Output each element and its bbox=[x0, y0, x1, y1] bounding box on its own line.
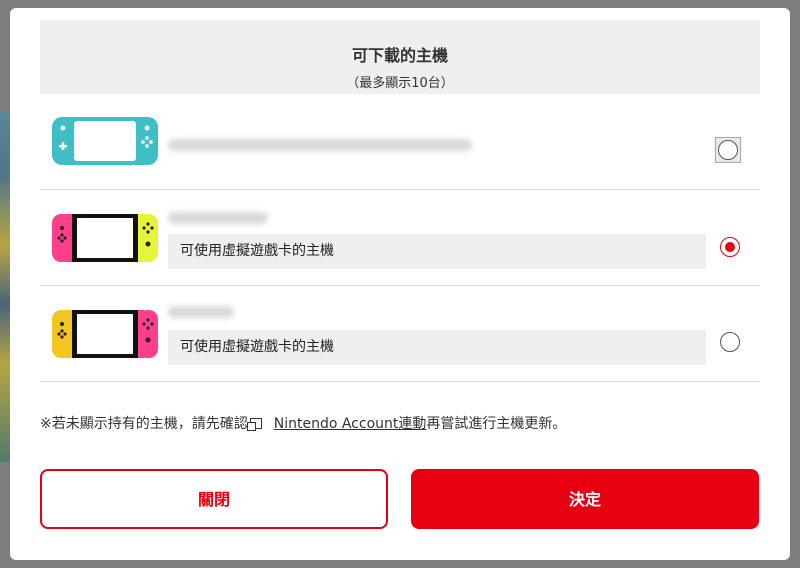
console-row[interactable]: 可使用虛擬遊戲卡的主機 bbox=[40, 190, 760, 286]
nintendo-account-link[interactable]: Nintendo Account連動 bbox=[274, 416, 427, 432]
console-radio[interactable] bbox=[720, 332, 740, 352]
switch-neon-pink-yellow-icon bbox=[52, 214, 158, 262]
console-row[interactable]: 可使用虛擬遊戲卡的主機 bbox=[40, 286, 760, 382]
console-radio-selected[interactable] bbox=[720, 237, 740, 257]
device-name-redacted bbox=[168, 139, 472, 151]
close-button[interactable]: 關閉 bbox=[40, 469, 388, 529]
background-page bbox=[0, 112, 10, 462]
account-link-note: ※若未顯示持有的主機，請先確認 Nintendo Account連動再嘗試進行主機… bbox=[40, 414, 760, 434]
dialog-title: 可下載的主機 bbox=[351, 46, 448, 65]
note-prefix: ※若未顯示持有的主機，請先確認 bbox=[40, 416, 248, 432]
console-select-dialog: 可下載的主機 （最多顯示10台） 可使用虛擬遊戲卡的主機 可使用虛擬遊戲卡的主機… bbox=[10, 8, 790, 560]
switch-lite-turquoise-icon bbox=[52, 117, 158, 165]
note-suffix: 再嘗試進行主機更新。 bbox=[426, 416, 567, 432]
device-name-redacted bbox=[168, 212, 268, 224]
console-row[interactable] bbox=[40, 94, 760, 190]
switch-neon-yellow-pink-icon bbox=[52, 310, 158, 358]
dialog-subtitle: （最多顯示10台） bbox=[346, 76, 454, 91]
virtual-card-tag: 可使用虛擬遊戲卡的主機 bbox=[168, 234, 706, 269]
console-radio[interactable] bbox=[718, 140, 738, 160]
dialog-header: 可下載的主機 （最多顯示10台） bbox=[40, 20, 760, 94]
external-link-icon bbox=[246, 418, 262, 431]
confirm-button[interactable]: 決定 bbox=[411, 469, 759, 529]
device-name-redacted bbox=[168, 306, 234, 318]
virtual-card-tag: 可使用虛擬遊戲卡的主機 bbox=[168, 330, 706, 365]
